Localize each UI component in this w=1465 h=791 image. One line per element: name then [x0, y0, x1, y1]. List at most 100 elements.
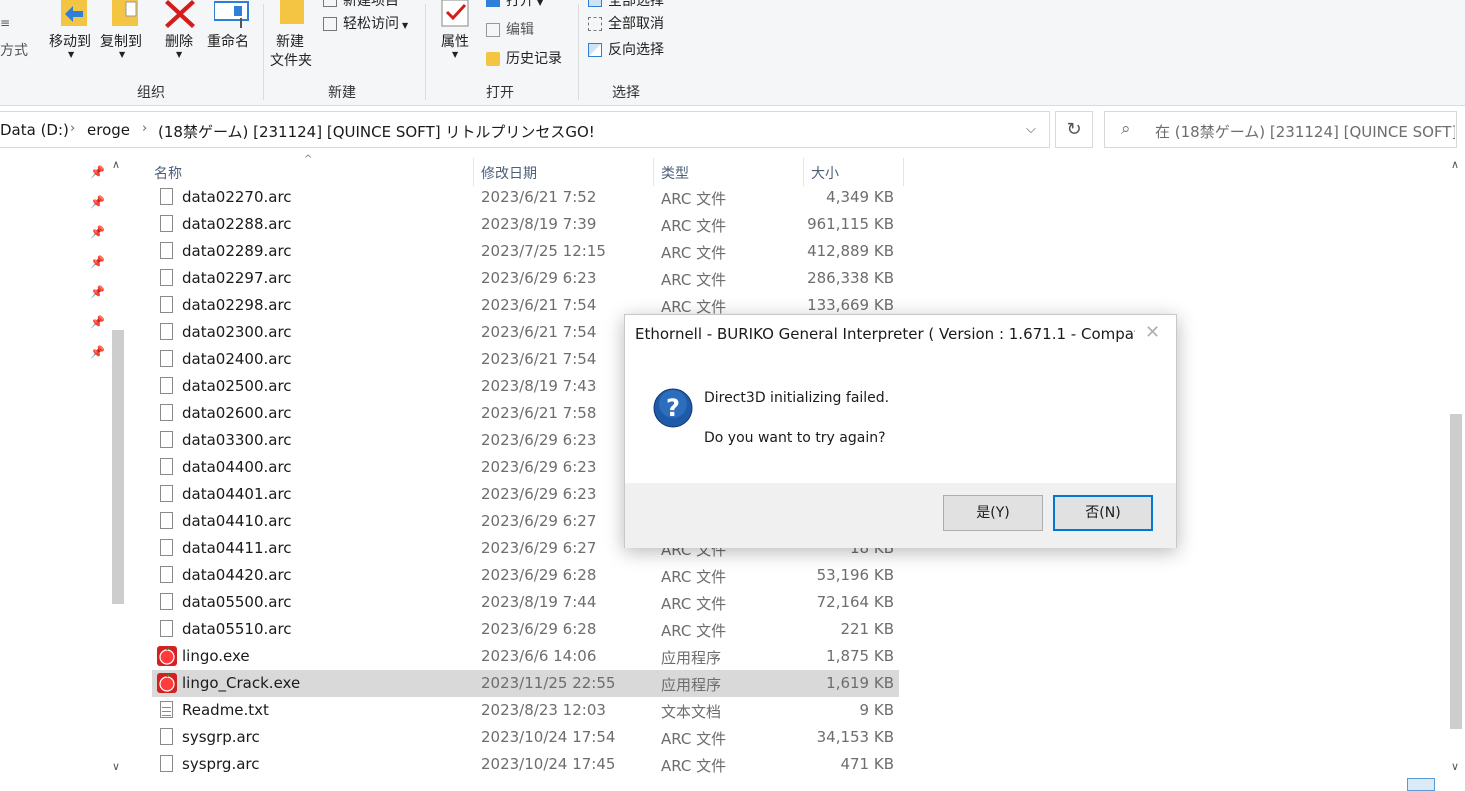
file-list-scrollbar-thumb[interactable] [1450, 414, 1462, 729]
move-to-button[interactable]: 移动到 ▼ [46, 0, 100, 62]
breadcrumb-folder[interactable]: eroge [87, 121, 130, 139]
file-row[interactable]: sysgrp.arc 2023/10/24 17:54 ARC 文件 34,153 K… [152, 724, 899, 751]
file-type: 文本文档 [661, 703, 722, 721]
details-view-button[interactable] [1407, 778, 1435, 791]
file-row[interactable]: data02297.arc 2023/6/29 6:23 ARC 文件 286,338… [152, 265, 899, 292]
file-type: ARC 文件 [661, 757, 727, 775]
pin-icon[interactable]: 📌 [90, 165, 105, 179]
pin-icon[interactable]: 📌 [90, 255, 105, 269]
nav-scrollbar[interactable]: ∧ ∨ [110, 158, 127, 778]
column-divider[interactable] [803, 158, 804, 186]
nav-scrollbar-thumb[interactable] [112, 330, 124, 604]
rename-label: 重命名 [207, 34, 249, 50]
file-list-scrollbar[interactable]: ∧ ∨ [1447, 158, 1465, 778]
file-size: 961,115 KB [807, 215, 894, 233]
file-row[interactable]: data02288.arc 2023/8/19 7:39 ARC 文件 961,115… [152, 211, 899, 238]
breadcrumb-current[interactable]: (18禁ゲーム) [231124] [QUINCE SOFT] リトルプリンセス… [158, 121, 595, 142]
chevron-down-icon: ▼ [452, 50, 459, 59]
file-name: data02270.arc [182, 188, 292, 206]
select-none-button[interactable]: 全部取消 [588, 15, 664, 33]
new-item-button[interactable]: 新建项目 [323, 0, 399, 10]
file-row[interactable]: data05510.arc 2023/6/29 6:28 ARC 文件 221 KB [152, 616, 899, 643]
dialog-title: Ethornell - BURIKO General Interpreter (… [635, 325, 1135, 343]
file-size: 1,875 KB [826, 647, 894, 665]
file-date: 2023/7/25 12:15 [481, 242, 606, 260]
scroll-down-arrow-icon[interactable]: ∨ [112, 760, 120, 773]
question-icon: ? [653, 388, 693, 428]
search-input[interactable]: ⌕ 在 (18禁ゲーム) [231124] [QUINCE SOFT]... [1104, 111, 1457, 148]
refresh-button[interactable]: ↻ [1055, 111, 1093, 148]
breadcrumb-drive[interactable]: Data (D:) [0, 121, 69, 139]
file-row[interactable]: data05500.arc 2023/8/19 7:44 ARC 文件 72,164 … [152, 589, 899, 616]
file-row[interactable]: lingo_Crack.exe 2023/11/25 22:55 应用程序 1,619… [152, 670, 899, 697]
yes-button[interactable]: 是(Y) [943, 495, 1043, 531]
large-icons-view-button[interactable] [1440, 780, 1460, 791]
scroll-up-arrow-icon[interactable]: ∧ [1451, 158, 1459, 171]
file-date: 2023/6/29 6:28 [481, 566, 597, 584]
file-date: 2023/6/29 6:27 [481, 539, 597, 557]
file-date: 2023/6/29 6:28 [481, 620, 597, 638]
invert-selection-label: 反向选择 [608, 42, 664, 58]
column-date-header[interactable]: 修改日期 [481, 163, 537, 183]
column-divider[interactable] [473, 158, 474, 186]
close-icon[interactable]: ✕ [1145, 322, 1160, 343]
easy-access-button[interactable]: 轻松访问 ▼ [323, 15, 408, 35]
chevron-right-icon[interactable]: › [70, 121, 75, 136]
file-type: ARC 文件 [661, 190, 727, 208]
open-button[interactable]: 打开 ▼ [486, 0, 543, 12]
file-name: data04410.arc [182, 512, 292, 530]
edit-icon [486, 23, 500, 37]
column-divider[interactable] [903, 158, 904, 186]
rename-button[interactable]: 重命名 [204, 0, 260, 62]
rename-icon [214, 1, 249, 28]
delete-button[interactable]: 删除 ▼ [160, 0, 200, 62]
file-size: 9 KB [859, 701, 894, 719]
svg-text:?: ? [666, 394, 680, 422]
file-date: 2023/6/29 6:23 [481, 458, 597, 476]
edit-button[interactable]: 编辑 [486, 21, 534, 39]
ribbon-separator [263, 4, 264, 100]
pin-icon[interactable]: 📌 [90, 195, 105, 209]
new-folder-button[interactable]: 新建 文件夹 [268, 0, 318, 75]
column-divider[interactable] [653, 158, 654, 186]
invert-selection-button[interactable]: 反向选择 [588, 41, 664, 59]
history-button[interactable]: 历史记录 [486, 50, 562, 68]
file-name: data02500.arc [182, 377, 292, 395]
pin-icon[interactable]: 📌 [90, 315, 105, 329]
copy-to-icon [112, 0, 138, 26]
scroll-down-arrow-icon[interactable]: ∨ [1451, 760, 1459, 773]
file-row[interactable]: data02289.arc 2023/7/25 12:15 ARC 文件 412,88… [152, 238, 899, 265]
file-row[interactable]: lingo.exe 2023/6/6 14:06 应用程序 1,875 KB [152, 643, 899, 670]
file-date: 2023/6/21 7:54 [481, 323, 597, 341]
select-all-button[interactable]: 全部选择 [588, 0, 664, 10]
address-bar[interactable]: Data (D:) › eroge › (18禁ゲーム) [231124] [Q… [0, 111, 1050, 148]
file-row[interactable]: data04420.arc 2023/6/29 6:28 ARC 文件 53,196 … [152, 562, 899, 589]
file-date: 2023/6/21 7:54 [481, 296, 597, 314]
file-name: data02288.arc [182, 215, 292, 233]
organize-group-label: 组织 [137, 85, 165, 101]
column-type-header[interactable]: 类型 [661, 163, 689, 183]
file-size: 1,619 KB [826, 674, 894, 692]
column-size-header[interactable]: 大小 [811, 163, 839, 183]
file-size: 412,889 KB [807, 242, 894, 260]
dialog-button-bar: 是(Y) 否(N) [625, 483, 1176, 548]
file-row[interactable]: data02270.arc 2023/6/21 7:52 ARC 文件 4,349 K… [152, 184, 899, 211]
copy-to-button[interactable]: 复制到 ▼ [98, 0, 150, 62]
new-folder-label-line2: 文件夹 [270, 53, 312, 69]
select-none-label: 全部取消 [608, 16, 664, 32]
file-type: ARC 文件 [661, 244, 727, 262]
pin-icon[interactable]: 📌 [90, 225, 105, 239]
scroll-up-arrow-icon[interactable]: ∧ [112, 158, 120, 171]
no-button[interactable]: 否(N) [1053, 495, 1153, 531]
column-name-header[interactable]: 名称 [154, 163, 182, 183]
file-name: data02297.arc [182, 269, 292, 287]
pin-icon[interactable]: 📌 [90, 285, 105, 299]
pin-icon[interactable]: 📌 [90, 345, 105, 359]
file-row[interactable]: Readme.txt 2023/8/23 12:03 文本文档 9 KB [152, 697, 899, 724]
file-row[interactable]: sysprg.arc 2023/10/24 17:45 ARC 文件 471 KB [152, 751, 899, 778]
chevron-right-icon[interactable]: › [142, 121, 147, 136]
properties-button[interactable]: 属性 ▼ [436, 0, 476, 62]
address-history-dropdown[interactable]: ⌵ [1026, 122, 1036, 137]
file-icon [160, 431, 173, 448]
file-icon [160, 485, 173, 502]
